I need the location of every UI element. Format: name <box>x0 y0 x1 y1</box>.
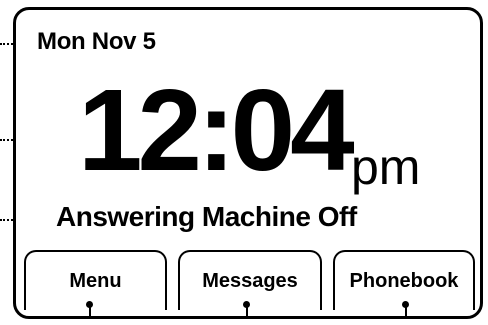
messages-softkey-label: Messages <box>202 269 298 292</box>
clock-time: 12:04 <box>78 65 355 195</box>
menu-softkey-callout-line <box>89 307 91 319</box>
menu-softkey[interactable]: Menu <box>24 250 167 310</box>
answering-machine-status: Answering Machine Off <box>56 201 357 232</box>
date-display: Mon Nov 5 <box>37 28 156 55</box>
phonebook-softkey-callout-line <box>405 307 407 319</box>
clock-ampm: pm <box>351 139 421 195</box>
messages-softkey[interactable]: Messages <box>178 250 322 310</box>
messages-softkey-callout-line <box>246 307 248 319</box>
menu-softkey-label: Menu <box>69 269 122 292</box>
phonebook-softkey-label: Phonebook <box>349 269 459 292</box>
